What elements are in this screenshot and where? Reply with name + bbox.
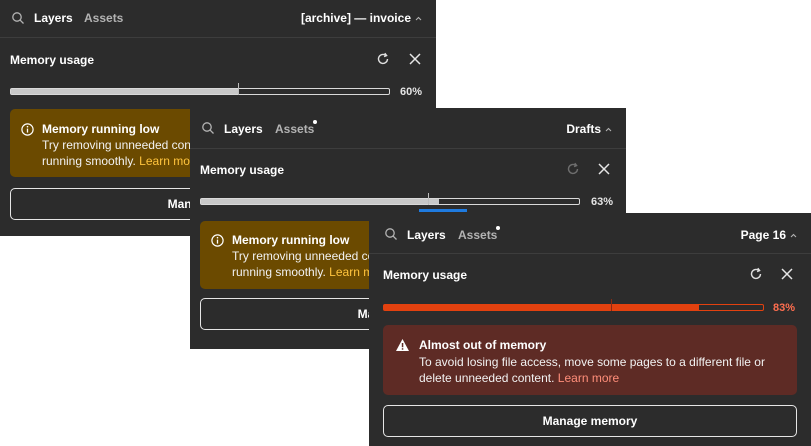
close-icon[interactable]	[779, 266, 795, 282]
search-icon[interactable]	[11, 11, 25, 25]
tab-layers[interactable]: Layers	[34, 11, 73, 25]
panel-header: Layers Assets [archive] — invoice	[0, 0, 436, 38]
warning-text: running smoothly.	[42, 154, 136, 168]
refresh-icon[interactable]	[748, 266, 764, 282]
page-selector[interactable]: Page 16	[741, 228, 797, 242]
chevron-up-icon	[790, 233, 797, 238]
section-title: Memory usage	[383, 268, 468, 282]
usage-percent: 83%	[773, 302, 796, 314]
manage-memory-button[interactable]: Manage memory	[383, 405, 797, 437]
memory-panel-page16: Layers Assets Page 16 Memory usage 83% A…	[369, 213, 811, 446]
memory-usage-bar	[10, 83, 390, 95]
tab-assets[interactable]: Assets	[275, 122, 314, 136]
alert-text: delete unneeded content.	[419, 371, 555, 385]
section-title: Memory usage	[10, 53, 95, 67]
warning-text: running smoothly.	[232, 265, 326, 279]
alert-text-line1: To avoid losing file access, move some p…	[419, 355, 765, 369]
refresh-icon[interactable]	[565, 161, 581, 177]
section-title: Memory usage	[200, 163, 285, 177]
alert-title: Almost out of memory	[419, 338, 547, 352]
page-selector[interactable]: Drafts	[566, 122, 612, 136]
close-icon[interactable]	[407, 51, 423, 67]
focus-indicator	[419, 209, 467, 212]
warning-text-line2: running smoothly. Learn more	[232, 264, 391, 280]
info-icon	[21, 123, 34, 136]
memory-usage-fill	[201, 199, 440, 204]
chevron-up-icon	[605, 127, 612, 132]
memory-usage-fill	[11, 89, 238, 94]
panel-header: Layers Assets Drafts	[190, 108, 626, 149]
tab-layers[interactable]: Layers	[224, 122, 263, 136]
tab-layers[interactable]: Layers	[407, 228, 446, 242]
assets-notification-dot	[313, 120, 317, 124]
usage-percent: 63%	[591, 196, 614, 208]
warning-triangle-icon	[396, 339, 409, 351]
warning-title: Memory running low	[232, 233, 350, 247]
assets-notification-dot	[496, 226, 500, 230]
threshold-marker	[428, 193, 429, 205]
page-selector-label: [archive] — invoice	[300, 11, 411, 25]
search-icon[interactable]	[201, 121, 215, 135]
page-selector[interactable]: [archive] — invoice	[301, 11, 422, 25]
page-selector-label: Page 16	[740, 228, 786, 242]
warning-text-line1: Try removing unneeded content	[42, 138, 211, 152]
refresh-icon[interactable]	[375, 51, 391, 67]
panel-header: Layers Assets Page 16	[369, 213, 811, 254]
memory-usage-bar	[383, 299, 764, 311]
memory-usage-bar	[200, 193, 580, 205]
tab-assets[interactable]: Assets	[84, 11, 123, 25]
learn-more-link[interactable]: Learn more	[558, 371, 619, 385]
chevron-up-icon	[415, 16, 422, 21]
threshold-marker	[238, 83, 239, 95]
page-selector-label: Drafts	[566, 122, 601, 136]
warning-title: Memory running low	[42, 122, 160, 136]
threshold-marker	[611, 299, 612, 311]
warning-text-line2: running smoothly. Learn more	[42, 153, 201, 169]
memory-danger-banner: Almost out of memory To avoid losing fil…	[383, 325, 797, 395]
info-icon	[211, 234, 224, 247]
search-icon[interactable]	[384, 227, 398, 241]
usage-percent: 60%	[400, 86, 423, 98]
alert-text-line2: delete unneeded content. Learn more	[419, 370, 619, 386]
close-icon[interactable]	[596, 161, 612, 177]
tab-assets[interactable]: Assets	[458, 228, 497, 242]
memory-usage-fill	[384, 305, 699, 310]
